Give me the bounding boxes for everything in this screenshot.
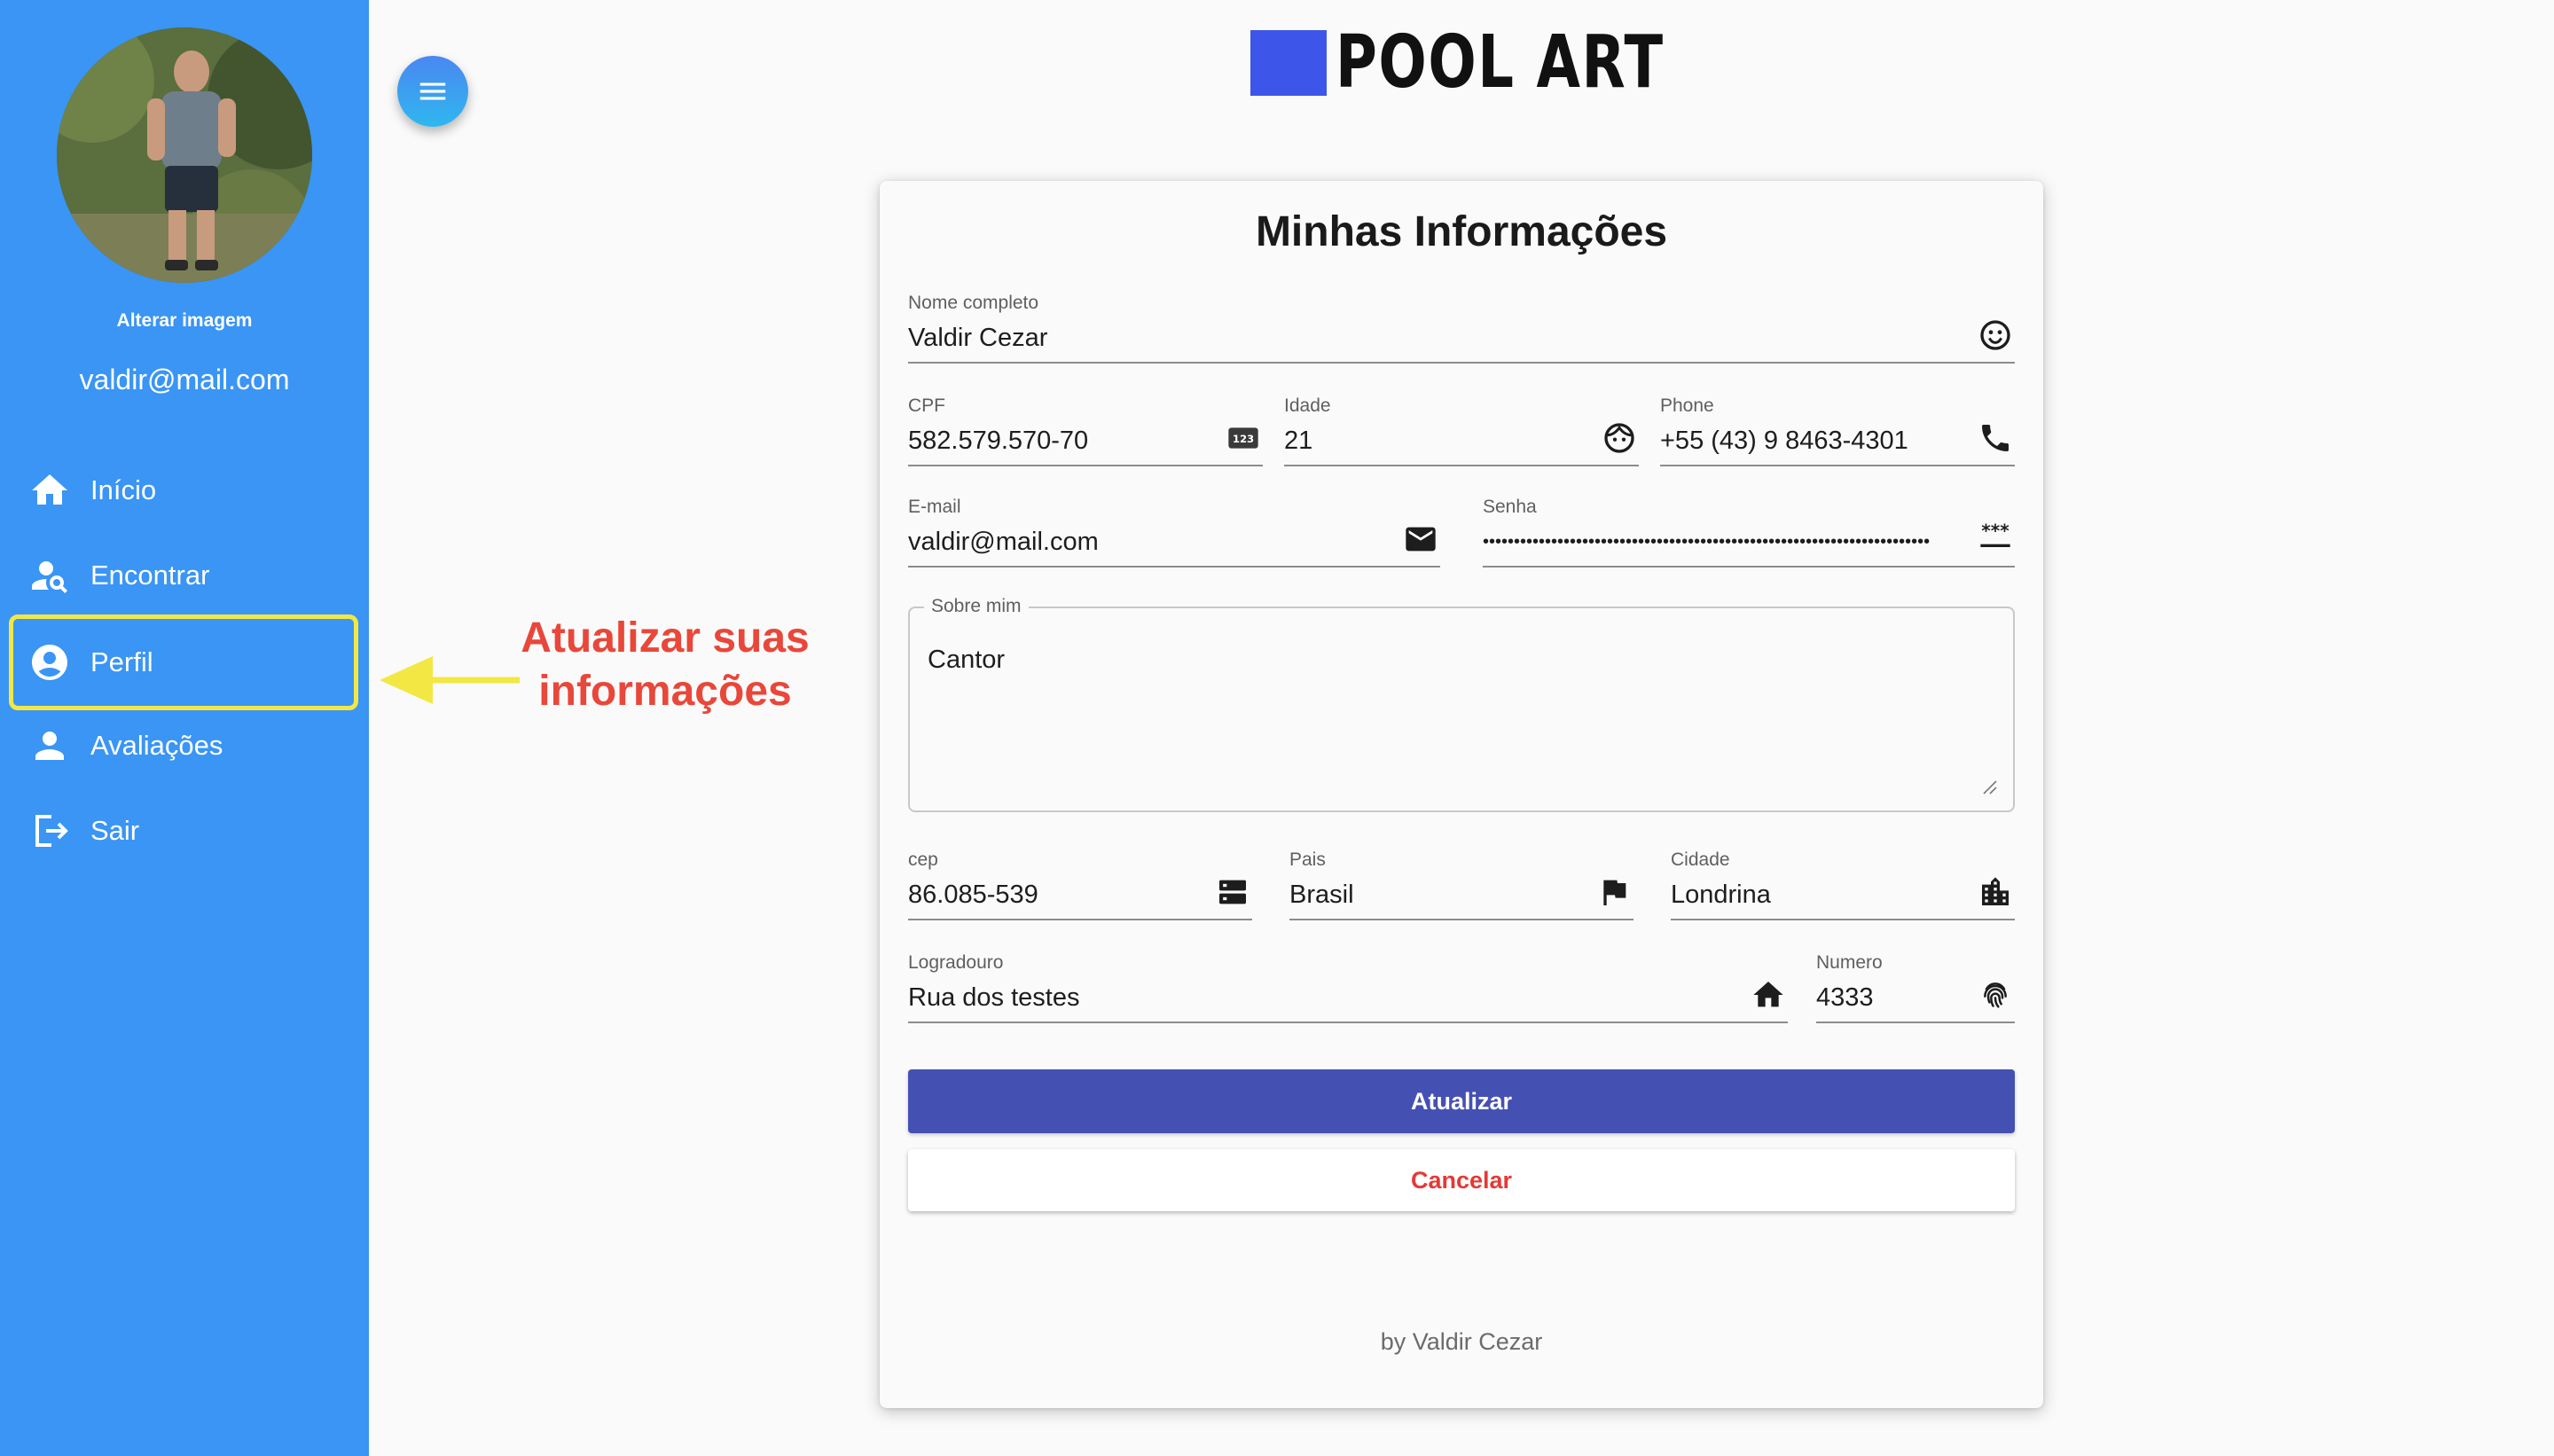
mail-icon [1403,521,1438,557]
number-field[interactable]: Numero 4333 [1816,952,2015,1023]
cancel-button[interactable]: Cancelar [908,1149,2015,1211]
cep-input[interactable]: 86.085-539 [908,881,1208,910]
footer-credit: by Valdir Cezar [1380,1328,1543,1355]
field-label: Cidade [1671,849,1730,870]
person-icon [28,724,71,767]
field-label: Numero [1816,952,1883,973]
logo-square [1250,30,1327,96]
change-image-link[interactable]: Alterar imagem [0,310,369,332]
sidebar-item-label: Encontrar [90,560,210,591]
hamburger-menu-icon [419,82,446,100]
country-field[interactable]: Pais Brasil [1289,849,1633,920]
about-me-value[interactable]: Cantor [928,646,1005,675]
field-label: Sobre mim [924,596,1029,617]
smiley-icon [1978,317,2013,353]
sidebar-item-label: Início [90,474,157,505]
avatar-photo [57,27,312,283]
street-input[interactable]: Rua dos testes [908,983,1743,1013]
about-me-textarea[interactable]: Sobre mim Cantor [908,596,2015,812]
city-field[interactable]: Cidade Londrina [1671,849,2015,920]
number-input[interactable]: 4333 [1816,983,1970,1013]
field-label: Nome completo [908,293,1039,313]
cpf-input[interactable]: 582.579.570-70 [908,427,1218,456]
svg-text:123: 123 [1233,433,1254,445]
home-icon [28,469,71,512]
logout-icon [28,810,71,852]
cep-field[interactable]: cep 86.085-539 [908,849,1252,920]
field-label: Senha [1483,497,1537,517]
field-label: Phone [1660,395,1714,416]
age-field[interactable]: Idade 21 [1284,395,1639,466]
age-input[interactable]: 21 [1284,427,1594,456]
annotation-arrow-icon [380,656,520,704]
sidebar-item-label: Avaliações [90,730,223,761]
sidebar-item-encontrar[interactable]: Encontrar [9,531,358,620]
phone-icon [1978,420,2013,456]
home-icon [1751,977,1786,1013]
sidebar-item-perfil[interactable]: Perfil [9,614,358,710]
fingerprint-icon [1978,977,2013,1013]
svg-text:***: *** [1981,520,2010,541]
city-icon [1978,874,2013,910]
sidebar-item-sair[interactable]: Sair [9,787,358,875]
annotation-line-2: informações [538,668,792,715]
phone-input[interactable]: +55 (43) 9 8463-4301 [1660,427,1970,456]
full-name-input[interactable]: Valdir Cezar [908,324,1970,353]
menu-button[interactable] [397,56,468,127]
field-label: CPF [908,395,945,416]
password-input[interactable]: ••••••••••••••••••••••••••••••••••••••••… [1483,532,1970,552]
flag-icon [1596,874,1632,910]
field-label: cep [908,849,938,870]
sidebar-item-label: Perfil [90,646,153,677]
sidebar-item-avaliacoes[interactable]: Avaliações [9,701,358,790]
update-button[interactable]: Atualizar [908,1069,2015,1133]
sidebar-item-inicio[interactable]: Início [9,446,358,535]
field-label: E-mail [908,497,961,517]
email-input[interactable]: valdir@mail.com [908,528,1396,557]
country-input[interactable]: Brasil [1289,881,1589,910]
field-label: Pais [1289,849,1326,870]
annotation-line-1: Atualizar suas [521,614,810,661]
app-logo: POOL ART [1250,27,1757,99]
cpf-field[interactable]: CPF 582.579.570-70 123 [908,395,1263,466]
full-name-field[interactable]: Nome completo Valdir Cezar [908,293,2015,364]
email-field[interactable]: E-mail valdir@mail.com [908,497,1440,568]
password-field[interactable]: Senha ••••••••••••••••••••••••••••••••••… [1483,497,2015,568]
resize-handle-icon[interactable] [1981,779,1997,795]
city-input[interactable]: Londrina [1671,881,1970,910]
sidebar: Alterar imagem valdir@mail.com Início En… [0,0,369,1456]
profile-card: Minhas Informações Nome completo Valdir … [880,181,2043,1408]
field-label: Logradouro [908,952,1004,973]
page-title: Minhas Informações [1255,208,1668,255]
street-field[interactable]: Logradouro Rua dos testes [908,952,1788,1023]
annotation-text: Atualizar suas informações [497,612,834,718]
account-circle-icon [28,641,71,684]
avatar[interactable] [57,27,312,283]
dns-icon [1215,874,1250,910]
face-icon [1602,420,1637,456]
person-search-icon [28,554,71,597]
password-icon: *** [1978,516,2013,552]
user-email: valdir@mail.com [79,364,290,395]
sidebar-item-label: Sair [90,815,140,846]
logo-text: POOL ART [1336,20,1665,105]
phone-field[interactable]: Phone +55 (43) 9 8463-4301 [1660,395,2015,466]
number-123-icon: 123 [1226,420,1261,456]
field-label: Idade [1284,395,1331,416]
